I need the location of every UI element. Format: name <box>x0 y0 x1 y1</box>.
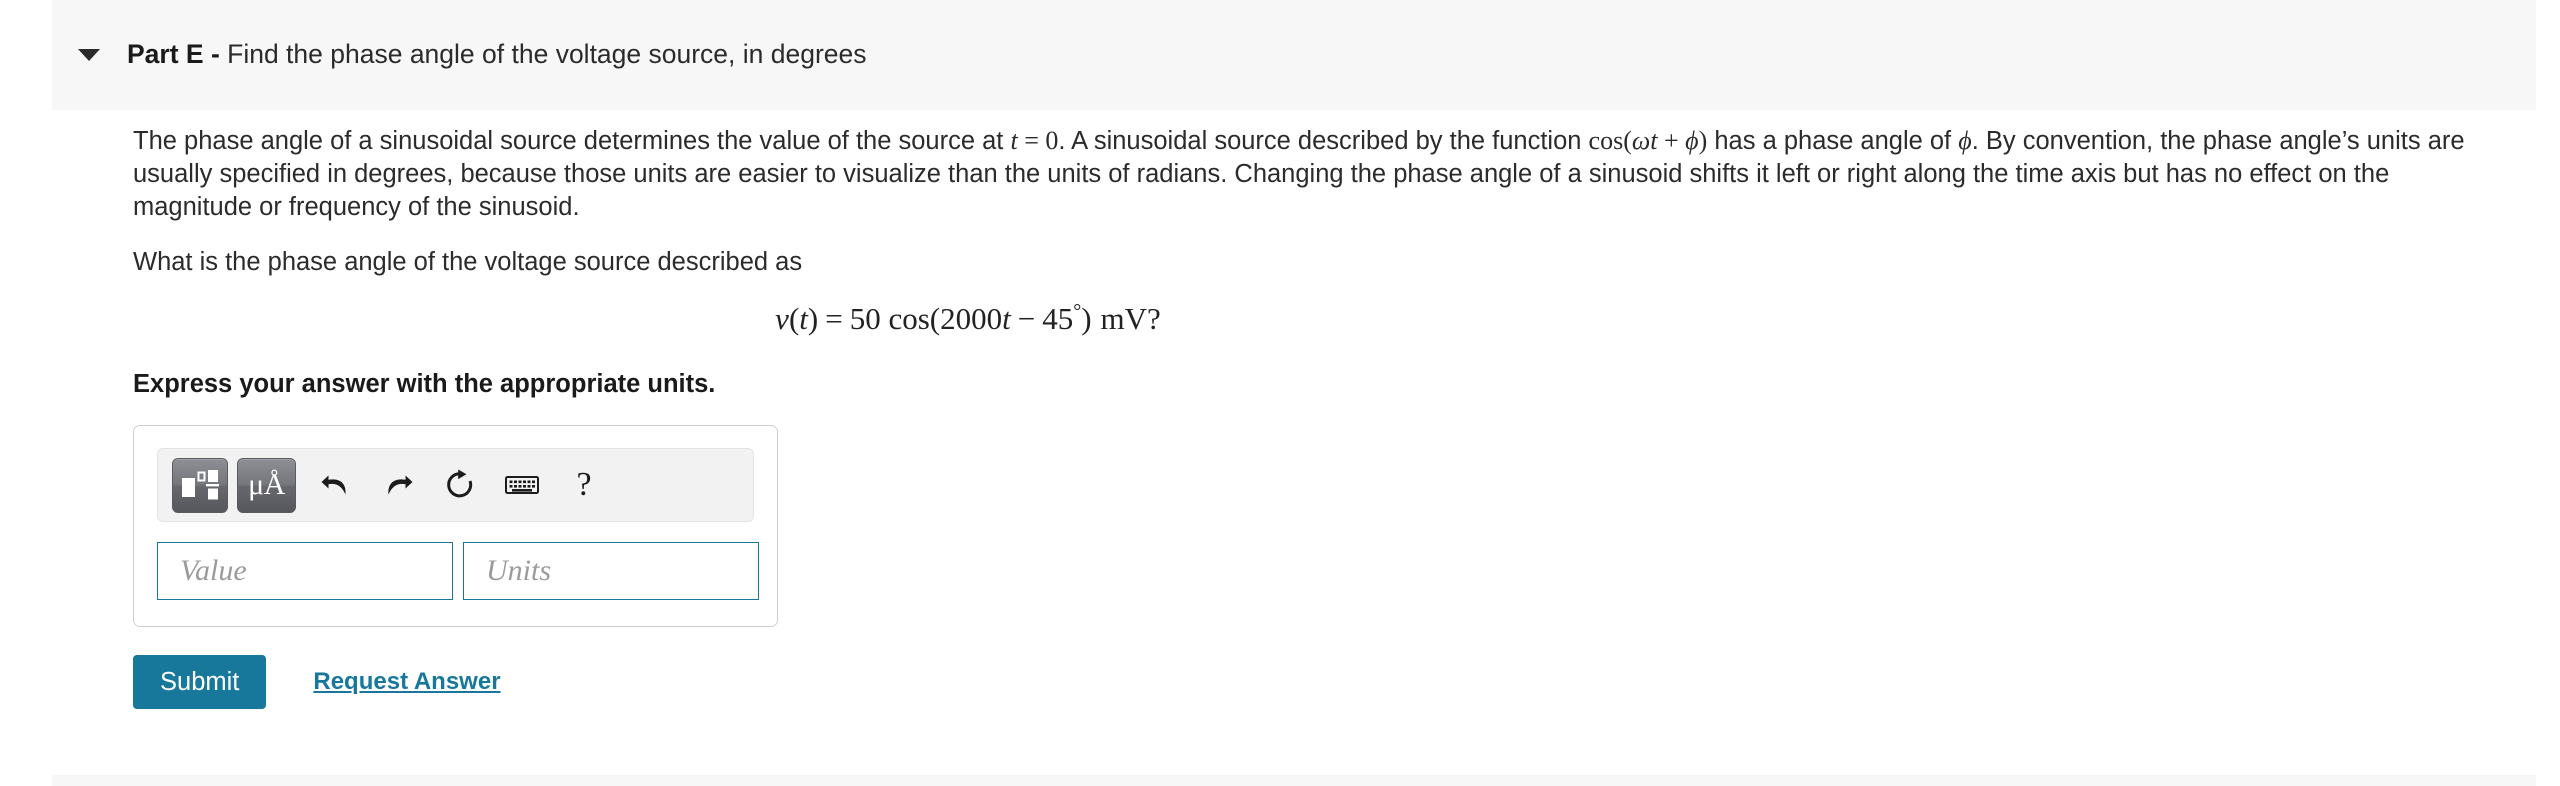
eq-minus: − <box>1017 301 1036 336</box>
answer-entry-box: μÅ ? Value Units <box>133 425 778 627</box>
part-header-band[interactable]: Part E - Find the phase angle of the vol… <box>52 0 2536 110</box>
action-row: Submit Request Answer <box>133 655 2533 709</box>
bottom-divider-band <box>52 775 2536 786</box>
eq-close-paren: ) <box>807 301 819 336</box>
eq-frequency: 2000 <box>940 301 1003 336</box>
eq-phase: 45 <box>1042 301 1074 336</box>
math-cos-open: cos( <box>1588 126 1632 155</box>
chevron-down-icon[interactable] <box>78 49 100 61</box>
reset-circular-arrow-icon[interactable] <box>434 459 486 512</box>
eq-cos: cos( <box>888 301 941 336</box>
intro-seg-3: has a phase angle of <box>1707 127 1959 155</box>
keyboard-icon[interactable] <box>496 459 548 512</box>
math-phi-2: ϕ <box>1958 126 1972 155</box>
intro-seg-2: . A sinusoidal source described by the f… <box>1058 127 1589 155</box>
display-equation: v(t) = 50 cos(2000t −45°) mV? <box>133 301 1803 337</box>
problem-content: The phase angle of a sinusoidal source d… <box>133 124 2533 709</box>
part-title: Part E - Find the phase angle of the vol… <box>127 39 867 71</box>
math-equals-zero: = 0 <box>1017 126 1059 155</box>
eq-amplitude: 50 <box>849 301 881 336</box>
help-question-icon[interactable]: ? <box>558 459 610 512</box>
math-phi: ϕ <box>1685 126 1699 155</box>
eq-closing-paren: ) <box>1081 301 1092 336</box>
eq-open-paren: ( <box>788 301 800 336</box>
eq-equals: = <box>825 301 843 336</box>
part-description: Find the phase angle of the voltage sour… <box>219 39 867 70</box>
eq-v: v <box>775 301 789 336</box>
answer-instruction: Express your answer with the appropriate… <box>133 370 716 398</box>
question-text: What is the phase angle of the voltage s… <box>133 248 803 276</box>
value-input[interactable] <box>157 542 453 600</box>
math-formula-toolbar: μÅ ? <box>157 448 754 522</box>
units-mu-angstrom-label: μÅ <box>248 468 285 501</box>
submit-button[interactable]: Submit <box>133 655 267 709</box>
math-close-paren: ) <box>1698 126 1708 155</box>
math-templates-icon[interactable] <box>172 457 228 513</box>
intro-paragraph: The phase angle of a sinusoidal source d… <box>133 124 2508 224</box>
units-mu-angstrom-icon[interactable]: μÅ <box>237 457 296 513</box>
eq-question-mark: ? <box>1147 301 1161 336</box>
math-omega-t: ωt <box>1631 126 1658 155</box>
eq-units: mV <box>1100 301 1148 336</box>
eq-t: t <box>799 301 808 336</box>
help-question-label: ? <box>576 466 592 503</box>
answer-fields-row <box>157 542 759 600</box>
units-input[interactable] <box>463 542 759 600</box>
math-var-t: t <box>1010 126 1018 155</box>
part-label: Part E - <box>127 39 220 70</box>
math-plus: + <box>1657 126 1686 155</box>
intro-seg-1: The phase angle of a sinusoidal source d… <box>133 127 1011 155</box>
redo-arrow-icon[interactable] <box>372 459 424 512</box>
undo-arrow-icon[interactable] <box>310 459 362 512</box>
request-answer-link[interactable]: Request Answer <box>313 668 500 696</box>
eq-var-t: t <box>1002 301 1011 336</box>
